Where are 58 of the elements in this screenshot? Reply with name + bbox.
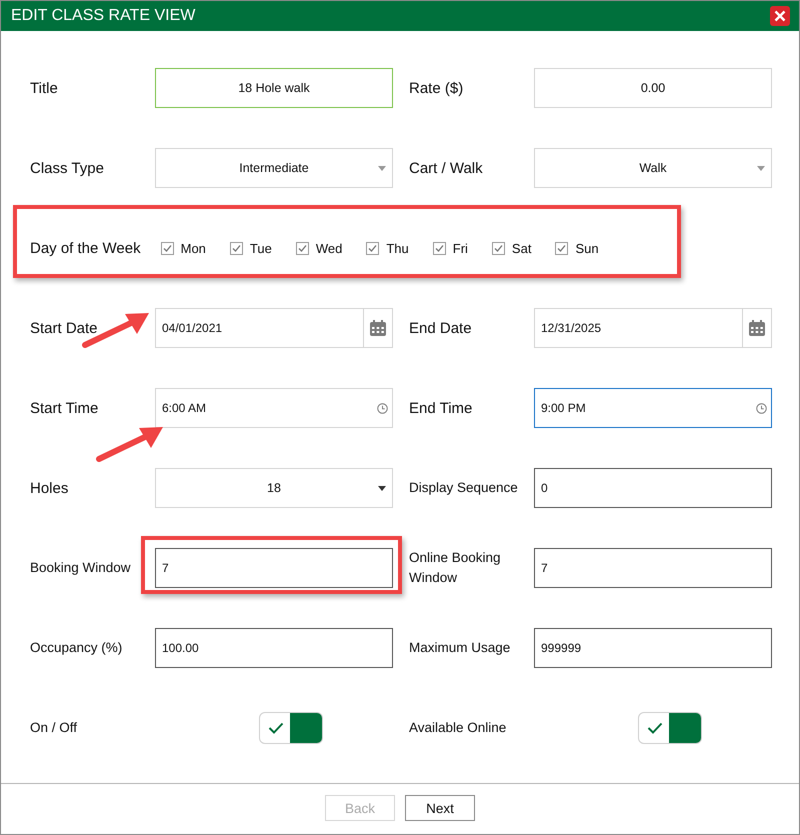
toggle-switch[interactable] [259, 712, 323, 744]
window-title: EDIT CLASS RATE VIEW [11, 7, 196, 25]
field-label: Start Time [30, 400, 100, 416]
checkbox[interactable] [432, 242, 446, 254]
field-label: Holes [30, 480, 70, 496]
day-label: Thu [386, 240, 409, 256]
input-field[interactable]: 0 [534, 468, 772, 508]
field-label: Title [30, 80, 59, 96]
day-label: Wed [316, 240, 342, 256]
field-label: Day of the Week [30, 240, 141, 256]
day-label: Sat [512, 240, 532, 256]
day-label: Mon [180, 240, 206, 256]
day-label: Sun [575, 240, 599, 256]
field-label: Cart / Walk [409, 160, 484, 176]
clock-icon[interactable] [756, 402, 767, 414]
checkbox[interactable] [492, 242, 505, 254]
field-label: Class Type [30, 160, 105, 176]
field-label: Rate ($) [409, 80, 464, 96]
input-field[interactable]: 04/01/2021 [155, 308, 393, 348]
day-label: Tue [250, 240, 272, 256]
input-field[interactable]: 6:00 AM [155, 388, 393, 428]
check-icon [268, 722, 284, 734]
input-field[interactable]: 0.00 [534, 68, 772, 108]
dropdown[interactable]: Intermediate [155, 148, 393, 188]
caret-icon [757, 166, 765, 171]
toggle-switch[interactable] [638, 712, 702, 744]
dropdown[interactable]: 18 [155, 468, 393, 508]
field-label: Maximum Usage [409, 639, 512, 657]
field-label: Booking Window [30, 559, 132, 577]
calendar-icon[interactable] [369, 319, 387, 337]
dropdown[interactable]: Walk [534, 148, 772, 188]
day-label: Fri [452, 240, 468, 256]
input-field[interactable]: 18 Hole walk [155, 68, 393, 108]
field-label: On / Off [30, 719, 78, 737]
close-icon[interactable] [770, 6, 790, 26]
field-label: Display Sequence [409, 479, 519, 497]
input-field[interactable]: 7 [534, 548, 772, 588]
checkbox[interactable] [296, 242, 309, 254]
input-field[interactable]: 12/31/2025 [534, 308, 772, 348]
input-field[interactable]: 7 [155, 548, 393, 588]
input-field[interactable]: 100.00 [155, 628, 393, 668]
caret-icon [378, 166, 386, 171]
calendar-icon[interactable] [748, 319, 766, 337]
clock-icon[interactable] [377, 402, 388, 414]
field-label: Online Booking Window [409, 549, 502, 587]
field-label: Occupancy (%) [30, 639, 124, 657]
field-label: End Date [409, 320, 473, 336]
input-field[interactable]: 999999 [534, 628, 772, 668]
check-icon [647, 722, 663, 734]
checkbox[interactable] [555, 242, 568, 254]
checkbox[interactable] [230, 242, 243, 254]
dialog-button[interactable]: Next [405, 795, 475, 821]
checkbox[interactable] [160, 242, 174, 254]
field-label: Start Date [30, 320, 99, 336]
field-label: Available Online [409, 719, 508, 737]
input-field[interactable]: 9:00 PM [534, 388, 772, 428]
field-label: End Time [409, 400, 474, 416]
checkbox[interactable] [366, 242, 380, 254]
